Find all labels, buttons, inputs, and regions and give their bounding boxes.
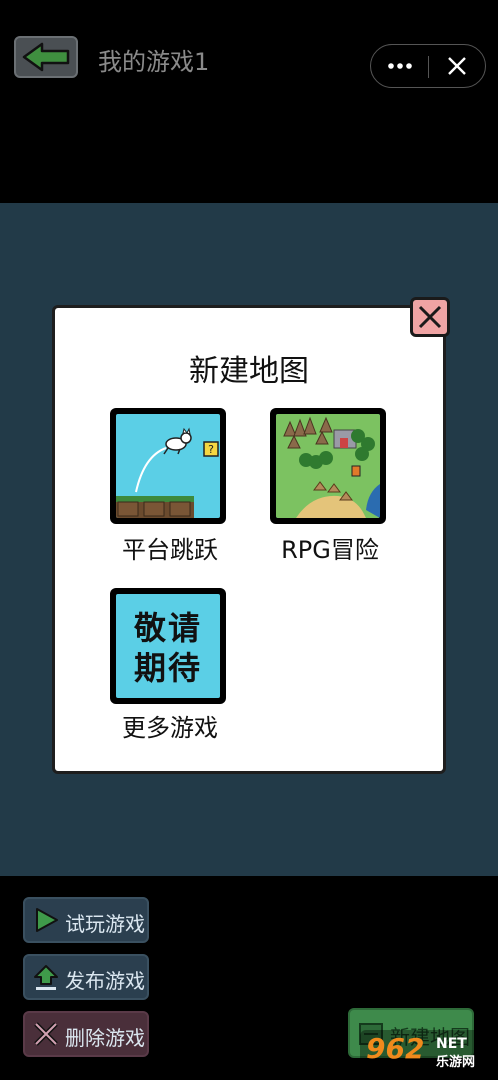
rpg-map-thumbnail	[276, 414, 380, 518]
rpg-option[interactable]	[270, 408, 386, 524]
platformer-thumbnail: ?	[116, 414, 220, 518]
rpg-label: RPG冒险	[281, 536, 379, 564]
publish-game-label: 发布游戏	[65, 969, 145, 993]
coming-soon-line-1: 敬请	[133, 609, 202, 647]
back-button[interactable]	[14, 36, 78, 78]
play-game-button[interactable]: 试玩游戏	[23, 897, 149, 943]
dialog-title: 新建地图	[189, 354, 309, 389]
svg-text:?: ?	[208, 443, 214, 456]
svg-text:NET: NET	[436, 1036, 467, 1052]
svg-text:乐游网: 乐游网	[436, 1054, 475, 1070]
platformer-scene-icon: ?	[116, 427, 219, 518]
watermark-logo-icon: 962 NET 乐游网	[360, 1030, 492, 1072]
platformer-label: 平台跳跃	[122, 536, 218, 564]
play-icon	[36, 908, 58, 932]
more-games-option[interactable]: 敬请 期待	[110, 588, 226, 704]
play-game-label: 试玩游戏	[65, 912, 145, 936]
delete-x-icon	[34, 1022, 58, 1046]
more-dots-icon	[388, 63, 412, 69]
upload-icon	[34, 965, 58, 990]
site-watermark: 962 NET 乐游网	[358, 1026, 494, 1076]
rpg-map-icon	[276, 414, 380, 518]
more-games-label: 更多游戏	[122, 714, 218, 742]
close-x-icon	[418, 305, 442, 329]
coming-soon-thumbnail: 敬请 期待	[116, 594, 220, 698]
top-bar: 我的游戏1	[0, 0, 498, 203]
coming-soon-text: 敬请 期待	[116, 608, 220, 688]
arrow-left-icon	[22, 42, 70, 72]
mini-program-capsule	[370, 44, 486, 88]
delete-game-button[interactable]: 删除游戏	[23, 1011, 149, 1057]
platformer-option[interactable]: ?	[110, 408, 226, 524]
coming-soon-line-2: 期待	[133, 649, 202, 687]
delete-game-label: 删除游戏	[65, 1026, 145, 1050]
more-button[interactable]	[371, 45, 428, 87]
close-app-button[interactable]	[429, 45, 485, 87]
close-icon	[448, 57, 466, 75]
svg-text:962: 962	[366, 1032, 424, 1065]
publish-game-button[interactable]: 发布游戏	[23, 954, 149, 1000]
dialog-close-button[interactable]	[410, 297, 450, 337]
game-title: 我的游戏1	[98, 48, 210, 76]
